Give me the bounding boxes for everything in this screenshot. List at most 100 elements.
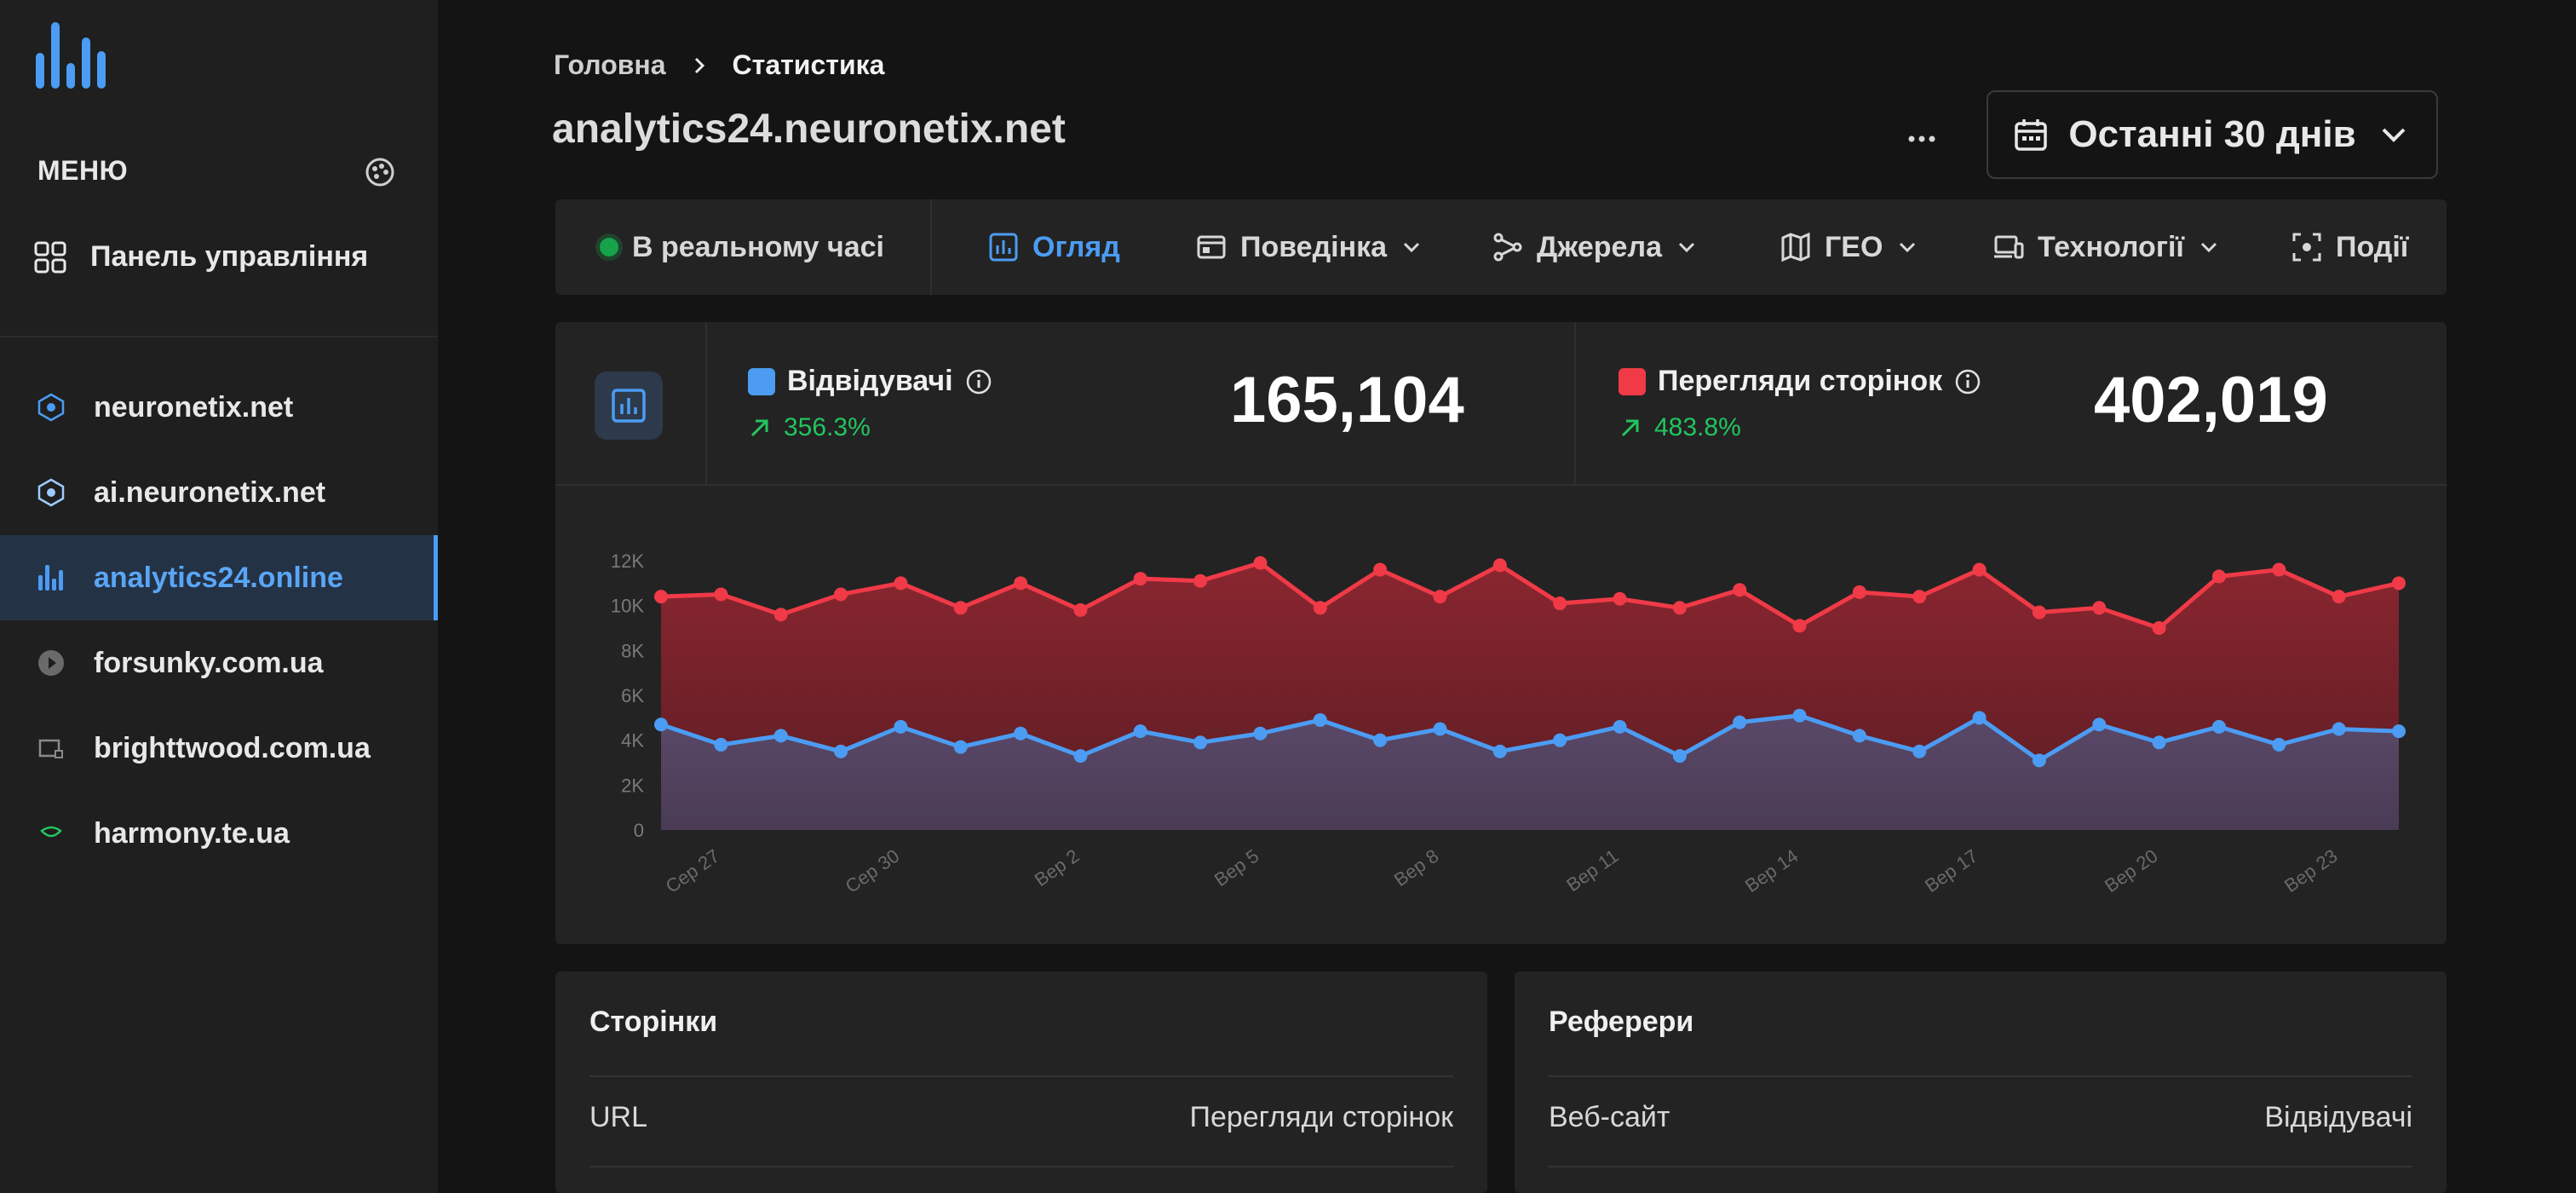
pageviews-point [894,576,908,591]
tab-technologies[interactable]: Технології [1993,199,2220,295]
tab-overview[interactable]: Огляд [988,199,1120,295]
palette-icon[interactable] [365,157,395,187]
pageviews-point [2092,601,2107,615]
pageviews-point [2392,576,2406,591]
date-range-button[interactable]: Останні 30 днів [1987,90,2438,179]
column-header-url[interactable]: URL [589,1101,647,1134]
tab-label: Джерела [1537,230,1662,263]
sidebar-site-ai-neuronetix[interactable]: ai.neuronetix.net [0,450,438,535]
pageviews-swatch [1619,367,1646,395]
pageviews-point [1133,572,1147,586]
x-tick-label: Вер 17 [1921,845,1981,896]
x-tick-label: Сер 30 [842,845,903,897]
pageviews-point [1733,583,1747,597]
sidebar-site-brighttwood[interactable]: brighttwood.com.ua [0,706,438,791]
visitors-point [1193,735,1208,750]
x-tick-label: Вер 23 [2280,845,2341,896]
bar-chart-icon [612,389,646,423]
sidebar-site-label: analytics24.online [94,561,343,594]
trend-up-icon [1621,419,1639,437]
metric-label: Відвідувачі [787,365,953,397]
metric-value-visitors: 165,104 [1230,364,1464,436]
sidebar-item-label: Панель управління [90,240,369,273]
visitors-swatch [748,367,775,395]
harmony-logo-icon [34,816,68,850]
metric-visitors[interactable]: Відвідувачі 356.3% [748,365,992,442]
visitors-point [1613,719,1627,734]
pageviews-point [773,608,788,622]
sidebar-site-harmony[interactable]: harmony.te.ua [0,791,438,876]
visitors-point [1133,724,1147,739]
tab-sources[interactable]: Джерела [1492,199,1698,295]
more-options-icon[interactable] [1905,126,1939,152]
breadcrumb-home-link[interactable]: Головна [554,49,666,81]
visitors-point [773,729,788,743]
sidebar-site-label: neuronetix.net [94,390,294,424]
pageviews-point [1792,619,1807,633]
tab-bar: В реальному часі Огляд Поведінка Джерела… [555,199,2447,295]
metric-value-pageviews: 402,019 [2094,364,2328,436]
visitors-point [1014,726,1028,741]
tab-realtime[interactable]: В реальному часі [600,199,884,295]
visitors-point [1672,749,1687,764]
card-divider [589,1075,1453,1077]
sidebar-site-label: forsunky.com.ua [94,646,324,679]
metric-change: 483.8% [1654,413,1741,441]
grid-icon [34,241,66,273]
x-tick-label: Вер 14 [1741,845,1802,896]
info-icon[interactable] [1954,368,1981,395]
pageviews-point [1433,590,1447,604]
sidebar-item-dashboard[interactable]: Панель управління [34,240,368,274]
metric-pageviews[interactable]: Перегляди сторінок 483.8% [1619,365,1981,442]
pageviews-point [654,590,668,604]
visitors-point [1553,733,1567,747]
x-tick-label: Вер 2 [1031,845,1083,890]
pageviews-point [1852,585,1866,599]
sidebar-site-neuronetix[interactable]: neuronetix.net [0,365,438,450]
focus-icon [2292,233,2321,262]
visitors-point [1912,744,1927,758]
tab-geo[interactable]: ГЕО [1780,199,1918,295]
visitors-point [1852,729,1866,743]
x-tick-label: Вер 8 [1390,845,1442,890]
visitors-point [953,740,968,754]
visitors-point [714,737,728,752]
column-header-visitors[interactable]: Відвідувачі [2264,1101,2412,1134]
pageviews-point [1193,573,1208,588]
visitors-point [1253,726,1268,741]
chart-toggle-button[interactable] [595,372,663,440]
visitors-point [2152,735,2166,750]
tab-behavior[interactable]: Поведінка [1196,199,1423,295]
y-tick-label: 0 [634,820,644,841]
pageviews-point [1912,590,1927,604]
tab-label: Технології [2038,230,2184,263]
x-tick-label: Вер 11 [1562,845,1622,896]
card-title: Реферери [1549,1006,1694,1038]
sidebar-site-analytics24[interactable]: analytics24.online [0,535,438,620]
pageviews-point [1373,562,1388,577]
column-header-pageviews[interactable]: Перегляди сторінок [1190,1101,1453,1134]
pageviews-point [1972,562,1987,577]
sidebar-site-label: harmony.te.ua [94,816,290,850]
info-icon[interactable] [965,368,992,395]
y-tick-label: 8K [621,640,644,661]
visitors-point [1073,749,1088,764]
tab-label: Події [2336,230,2409,263]
tab-events[interactable]: Події [2291,199,2408,295]
column-header-website[interactable]: Веб-сайт [1549,1101,1670,1134]
sidebar-site-forsunky[interactable]: forsunky.com.ua [0,620,438,706]
live-dot-icon [600,238,618,256]
visitors-point [654,718,668,732]
y-tick-label: 10K [611,596,644,617]
pageviews-point [1073,602,1088,617]
pageviews-point [1613,591,1627,606]
chevron-down-icon [2200,242,2217,253]
app-logo-icon[interactable] [36,22,111,95]
tab-label: В реальному часі [632,230,885,263]
neuronetix-logo-icon [34,390,68,424]
page-title: analytics24.neuronetix.net [552,107,1066,152]
y-tick-label: 4K [621,730,644,752]
pageviews-point [834,587,848,602]
bar-chart-icon [34,561,68,595]
sidebar-site-label: brighttwood.com.ua [94,731,371,764]
